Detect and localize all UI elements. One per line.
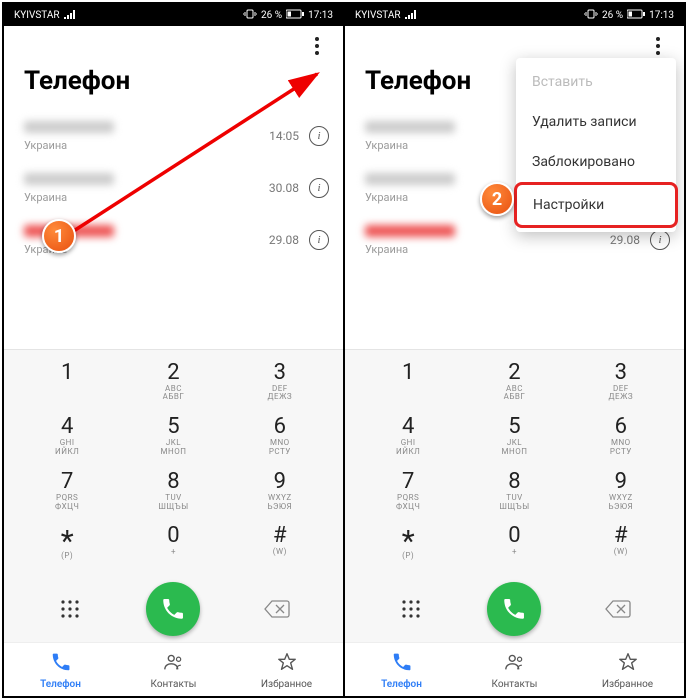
dial-key-7[interactable]: 7PQRSФХЦЧ [355,463,461,518]
keypad-toggle-icon[interactable] [54,593,86,625]
dial-key-7[interactable]: 7PQRSФХЦЧ [14,463,120,518]
battery-text: 26 % [261,10,282,21]
dial-key-5[interactable]: 5JKLМНОП [120,408,226,463]
call-time: 29.08 [269,233,299,247]
carrier-text: KYIVSTAR [355,10,401,21]
tab-phone[interactable]: Телефон [4,643,117,696]
time-text: 17:13 [649,10,674,21]
dial-key-2[interactable]: 2ABCАБВГ [120,354,226,409]
dial-key-*[interactable]: *(P) [14,517,120,576]
tab-favorites[interactable]: Избранное [230,643,343,696]
dial-key-3[interactable]: 3DEFДЕЖЗ [568,354,674,409]
backspace-icon[interactable] [261,593,293,625]
menu-paste[interactable]: Вставить [516,62,676,102]
step-marker-2: 2 [480,182,514,216]
tab-favorites[interactable]: Избранное [571,643,684,696]
bottom-nav: Телефон Контакты Избранное [4,642,343,696]
vibrate-icon [584,9,598,22]
overflow-menu: Вставить Удалить записи Заблокировано На… [516,58,676,232]
backspace-icon[interactable] [602,593,634,625]
step-marker-1: 1 [42,219,76,253]
phone-screen-2: KYIVSTAR 26 % 17:13 Телефон [345,4,684,696]
call-log-item[interactable]: Украина 14:05 i [4,110,343,162]
dial-key-*[interactable]: *(P) [355,517,461,576]
dial-key-9[interactable]: 9WXYZЬЭЮЯ [227,463,333,518]
info-icon[interactable]: i [309,126,329,146]
dial-key-8[interactable]: 8TUVШЩЪЫ [120,463,226,518]
call-time: 29.08 [610,233,640,247]
dial-key-0[interactable]: 0+ [461,517,567,576]
dial-key-5[interactable]: 5JKLМНОП [461,408,567,463]
dial-key-0[interactable]: 0+ [120,517,226,576]
page-title: Телефон [4,62,343,110]
phone-screen-1: KYIVSTAR 26 % 17:13 Телефон [4,4,343,696]
dial-key-1[interactable]: 1 [355,354,461,409]
status-bar: KYIVSTAR 26 % 17:13 [4,4,343,26]
tab-contacts[interactable]: Контакты [117,643,230,696]
dial-key-4[interactable]: 4GHIИЙКЛ [14,408,120,463]
dial-key-9[interactable]: 9WXYZЬЭЮЯ [568,463,674,518]
dial-key-1[interactable]: 1 [14,354,120,409]
status-bar: KYIVSTAR 26 % 17:13 [345,4,684,26]
dial-key-#[interactable]: #(W) [227,517,333,576]
signal-icon [405,9,417,22]
carrier-text: KYIVSTAR [14,10,60,21]
dial-key-4[interactable]: 4GHIИЙКЛ [355,408,461,463]
battery-icon [286,9,304,22]
tab-phone[interactable]: Телефон [345,643,458,696]
keypad-toggle-icon[interactable] [395,593,427,625]
tab-contacts[interactable]: Контакты [458,643,571,696]
info-icon[interactable]: i [309,178,329,198]
menu-delete-entries[interactable]: Удалить записи [516,102,676,142]
more-menu-button[interactable] [305,34,329,58]
time-text: 17:13 [308,10,333,21]
call-time: 30.08 [269,181,299,195]
bottom-nav: Телефон Контакты Избранное [345,642,684,696]
dial-key-6[interactable]: 6MNOРСТУ [568,408,674,463]
info-icon[interactable]: i [309,230,329,250]
battery-text: 26 % [602,10,623,21]
vibrate-icon [243,9,257,22]
dial-key-#[interactable]: #(W) [568,517,674,576]
call-button[interactable] [146,582,200,636]
dial-key-6[interactable]: 6MNOРСТУ [227,408,333,463]
dial-key-8[interactable]: 8TUVШЩЪЫ [461,463,567,518]
battery-icon [627,9,645,22]
dial-key-2[interactable]: 2ABCАБВГ [461,354,567,409]
call-log-item[interactable]: Украина 30.08 i [4,162,343,214]
info-icon[interactable]: i [650,230,670,250]
menu-settings[interactable]: Настройки [514,182,678,228]
call-button[interactable] [487,582,541,636]
signal-icon [64,9,76,22]
dial-pad: 1 2ABCАБВГ3DEFДЕЖЗ 4GHIИЙКЛ5JKLМНОП6MNOРС… [4,349,343,642]
call-time: 14:05 [269,129,299,143]
menu-blocked[interactable]: Заблокировано [516,142,676,182]
dial-pad: 1 2ABCАБВГ3DEFДЕЖЗ 4GHIИЙКЛ5JKLМНОП6MNOРС… [345,349,684,642]
more-menu-button[interactable] [646,34,670,58]
dial-key-3[interactable]: 3DEFДЕЖЗ [227,354,333,409]
